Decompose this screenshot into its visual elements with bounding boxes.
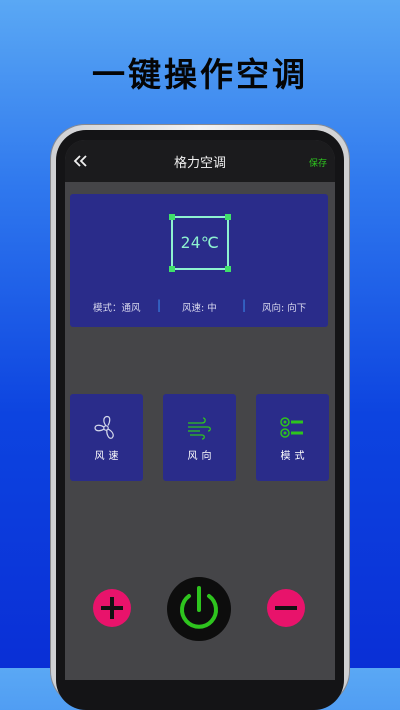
fan-icon — [94, 415, 114, 439]
wind-speed-button[interactable]: 风速 — [70, 394, 143, 481]
minus-icon[interactable] — [267, 589, 305, 627]
mode-label: 模式 — [280, 451, 309, 462]
save-button[interactable]: 保存 — [309, 156, 327, 169]
status-row: 模式：通风 | 风速: 中 | 风向: 向下 — [70, 298, 328, 314]
mode-button[interactable]: 模式 — [256, 394, 329, 481]
power-icon[interactable] — [167, 577, 231, 641]
temperature-display: 24℃ — [169, 214, 231, 272]
mode-status: 模式：通风 — [93, 303, 141, 314]
status-display-card: 24℃ 模式：通风 | 风速: 中 | 风向: 向下 — [70, 194, 328, 327]
mode-icon — [280, 417, 303, 438]
status-separator: | — [242, 298, 247, 312]
navigation-bar: 格力空调 保存 — [65, 140, 335, 182]
promo-headline: 一键操作空调 — [92, 55, 308, 94]
wind-direction-status: 风向: 向下 — [262, 303, 307, 314]
wind-direction-icon — [188, 417, 211, 440]
wind-direction-button[interactable]: 风向 — [163, 394, 236, 481]
plus-icon[interactable] — [93, 589, 131, 627]
wind-direction-label: 风向 — [187, 451, 216, 462]
app-screen: 格力空调 保存 24℃ 模式：通风 | 风速: 中 | 风向: 向下 风速 风向… — [65, 140, 335, 680]
page-title: 格力空调 — [173, 156, 226, 171]
status-separator: | — [157, 298, 162, 312]
temperature-value: 24℃ — [180, 233, 220, 252]
wind-speed-label: 风速 — [94, 451, 123, 462]
wind-speed-status: 风速: 中 — [182, 303, 217, 314]
